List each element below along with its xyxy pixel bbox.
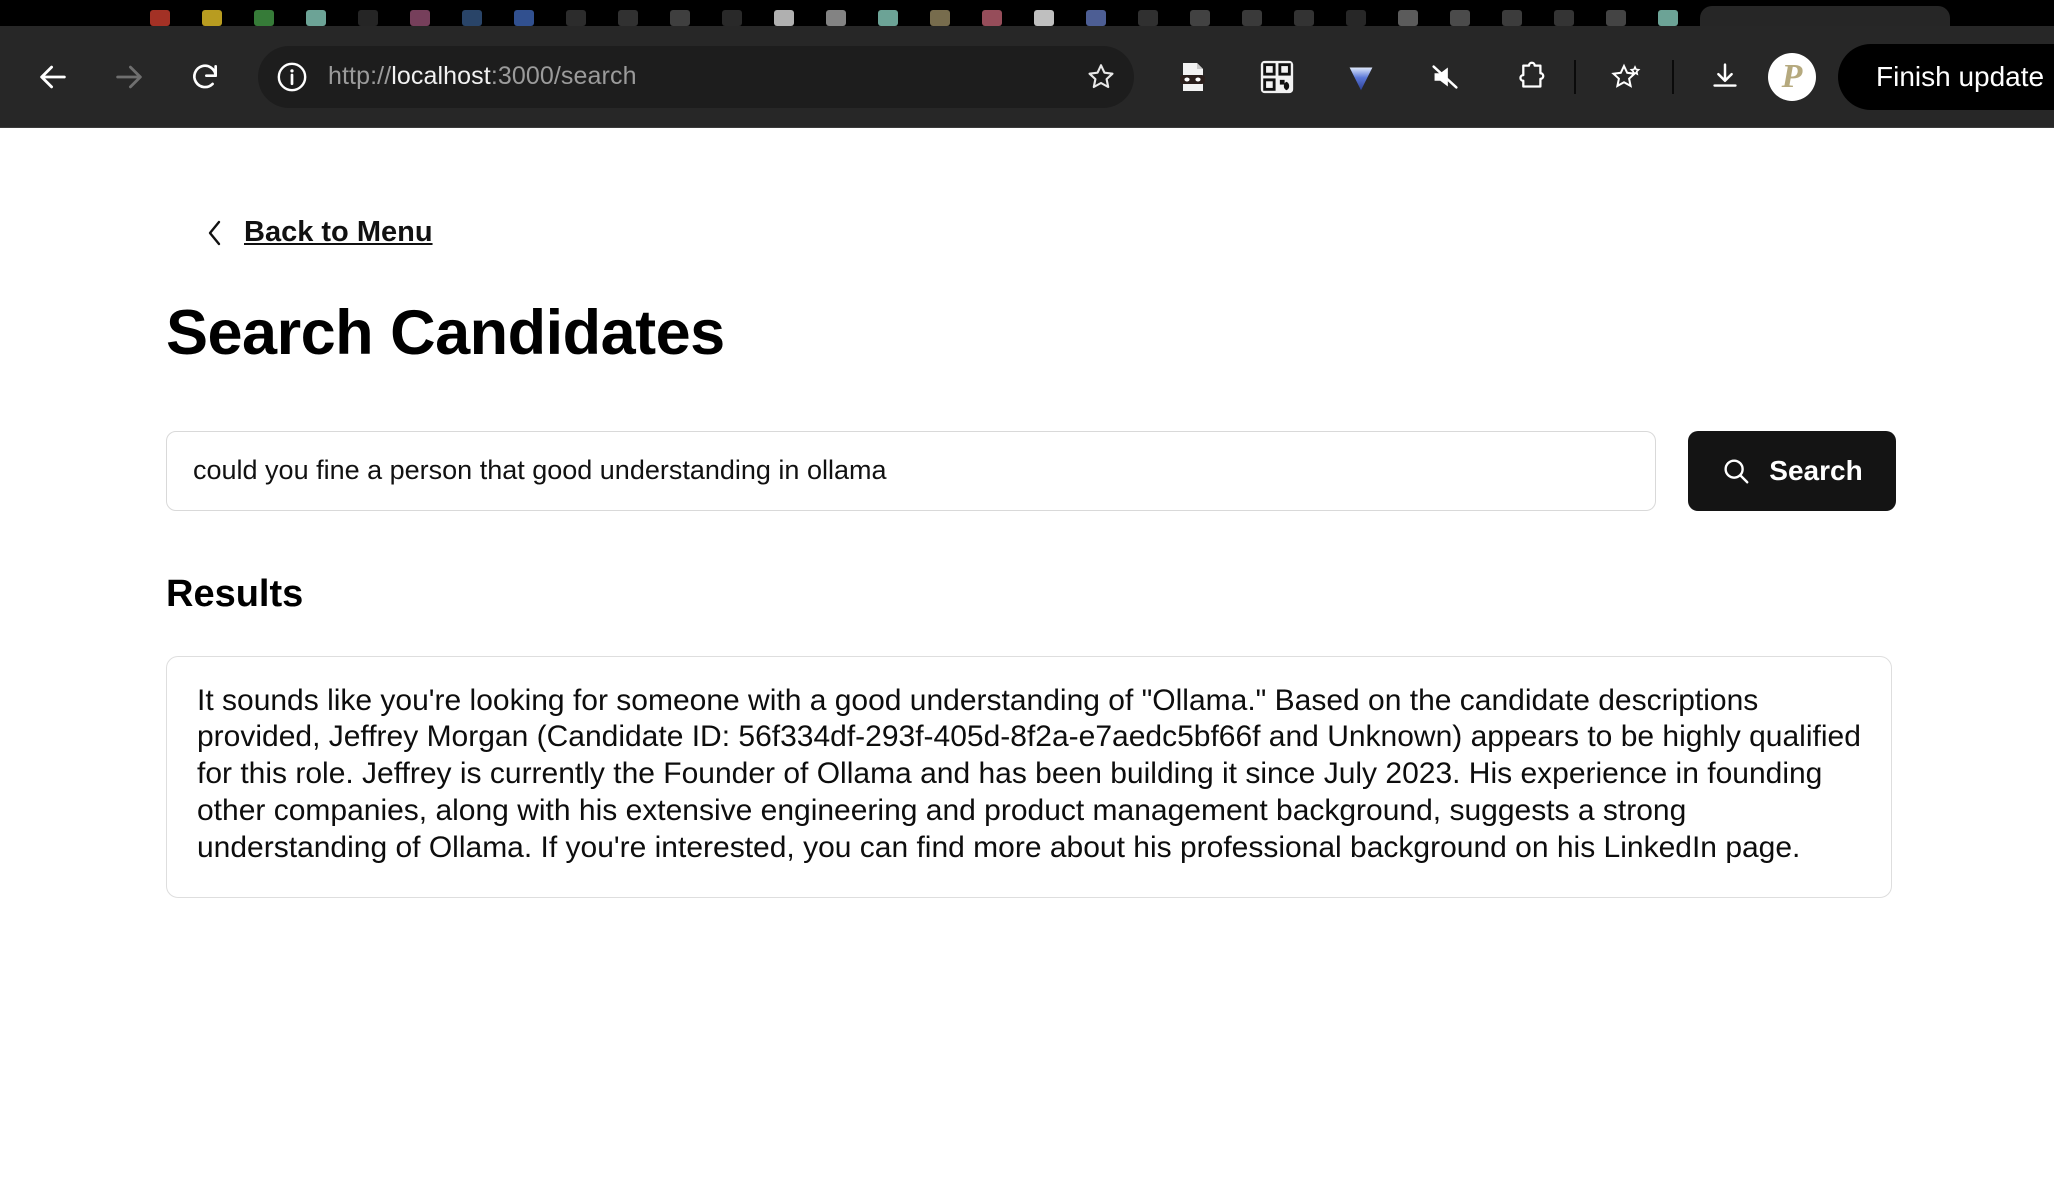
bookmarks-button[interactable] xyxy=(1598,48,1656,106)
url-host: localhost xyxy=(391,62,491,90)
finish-update-label: Finish update xyxy=(1876,60,2045,92)
back-button[interactable] xyxy=(22,46,84,108)
site-info-button[interactable] xyxy=(270,55,314,99)
tab-strip[interactable] xyxy=(0,0,2054,26)
reload-icon xyxy=(193,63,217,88)
tab-favicon[interactable] xyxy=(1034,10,1054,26)
puzzle-piece-icon xyxy=(1519,61,1545,88)
tab-favicon[interactable] xyxy=(514,10,534,26)
search-row: Search xyxy=(166,430,1896,511)
star-icon xyxy=(1088,63,1114,88)
tab-favicon[interactable] xyxy=(462,10,482,26)
incognito-document-extension-button[interactable] xyxy=(1164,48,1222,106)
bookmark-button[interactable] xyxy=(1076,52,1126,102)
tab-favicon[interactable] xyxy=(1086,10,1106,26)
results-box: It sounds like you're looking for someon… xyxy=(166,655,1892,898)
toolbar-divider-2 xyxy=(1672,59,1674,94)
search-button[interactable]: Search xyxy=(1688,430,1896,511)
reload-button[interactable] xyxy=(174,46,236,108)
tab-favicon[interactable] xyxy=(566,10,586,26)
bookmark-star-sparkle-icon xyxy=(1611,63,1641,88)
qr-code-icon xyxy=(1260,60,1294,93)
browser-toolbar: http://localhost:3000/search P Finish up… xyxy=(0,26,2054,128)
chevron-left-icon xyxy=(208,220,221,245)
extensions-button[interactable] xyxy=(1500,48,1558,106)
diamond-icon xyxy=(1349,67,1373,90)
back-to-menu-link[interactable]: Back to Menu xyxy=(204,216,433,249)
tab-favicon[interactable] xyxy=(878,10,898,26)
results-heading: Results xyxy=(166,572,304,615)
page-title: Search Candidates xyxy=(166,297,725,368)
page-content: Back to Menu Search Candidates Search Re… xyxy=(0,128,2054,1184)
tab-favicon[interactable] xyxy=(1242,10,1262,26)
tab-favicon[interactable] xyxy=(306,10,326,26)
download-icon xyxy=(1713,62,1737,87)
tab-favicon[interactable] xyxy=(722,10,742,26)
tab-favicon[interactable] xyxy=(1554,10,1574,26)
forward-arrow-icon xyxy=(116,65,142,88)
info-circle-icon xyxy=(277,62,307,91)
tab-favicon[interactable] xyxy=(202,10,222,26)
tab-favicon[interactable] xyxy=(358,10,378,26)
tab-favicon[interactable] xyxy=(982,10,1002,26)
tab-favicon[interactable] xyxy=(254,10,274,26)
forward-button[interactable] xyxy=(98,46,160,108)
tab-favicon[interactable] xyxy=(1190,10,1210,26)
results-text: It sounds like you're looking for someon… xyxy=(197,683,1870,865)
profile-initial: P xyxy=(1781,57,1803,95)
tab-favicon[interactable] xyxy=(1450,10,1470,26)
mute-tab-button[interactable] xyxy=(1416,48,1474,106)
diamond-extension-button[interactable] xyxy=(1332,48,1390,106)
browser-chrome: http://localhost:3000/search P Finish up… xyxy=(0,0,2054,128)
tab-favicon[interactable] xyxy=(1398,10,1418,26)
tab-favicon[interactable] xyxy=(1346,10,1366,26)
back-arrow-icon xyxy=(40,65,66,88)
tab-favicon[interactable] xyxy=(670,10,690,26)
tab-favicon[interactable] xyxy=(150,10,170,26)
profile-avatar[interactable]: P xyxy=(1768,52,1816,101)
downloads-button[interactable] xyxy=(1696,48,1754,106)
search-input[interactable] xyxy=(166,430,1656,511)
tab-favicon[interactable] xyxy=(826,10,846,26)
back-to-menu-label: Back to Menu xyxy=(244,216,433,248)
tab-favicon[interactable] xyxy=(618,10,638,26)
search-button-label: Search xyxy=(1769,454,1863,486)
tab-favicon[interactable] xyxy=(774,10,794,26)
tab-favicon[interactable] xyxy=(410,10,430,26)
tab-favicon[interactable] xyxy=(1294,10,1314,26)
address-bar[interactable]: http://localhost:3000/search xyxy=(258,45,1134,108)
search-icon xyxy=(1724,458,1749,483)
tab-favicon[interactable] xyxy=(1138,10,1158,26)
tab-active-background xyxy=(1700,6,1950,26)
tab-favicon[interactable] xyxy=(930,10,950,26)
tab-favicon[interactable] xyxy=(1606,10,1626,26)
url-scheme: http:// xyxy=(328,62,392,90)
incognito-document-icon xyxy=(1180,62,1205,91)
tab-favicon[interactable] xyxy=(1502,10,1522,26)
url-path: :3000/search xyxy=(490,62,637,90)
qr-code-extension-button[interactable] xyxy=(1248,48,1306,106)
finish-update-button[interactable]: Finish update xyxy=(1838,43,2054,110)
tab-favicon[interactable] xyxy=(1658,10,1678,26)
mute-speaker-icon xyxy=(1432,64,1458,89)
toolbar-divider-1 xyxy=(1574,59,1576,94)
url-text[interactable]: http://localhost:3000/search xyxy=(328,62,1076,91)
